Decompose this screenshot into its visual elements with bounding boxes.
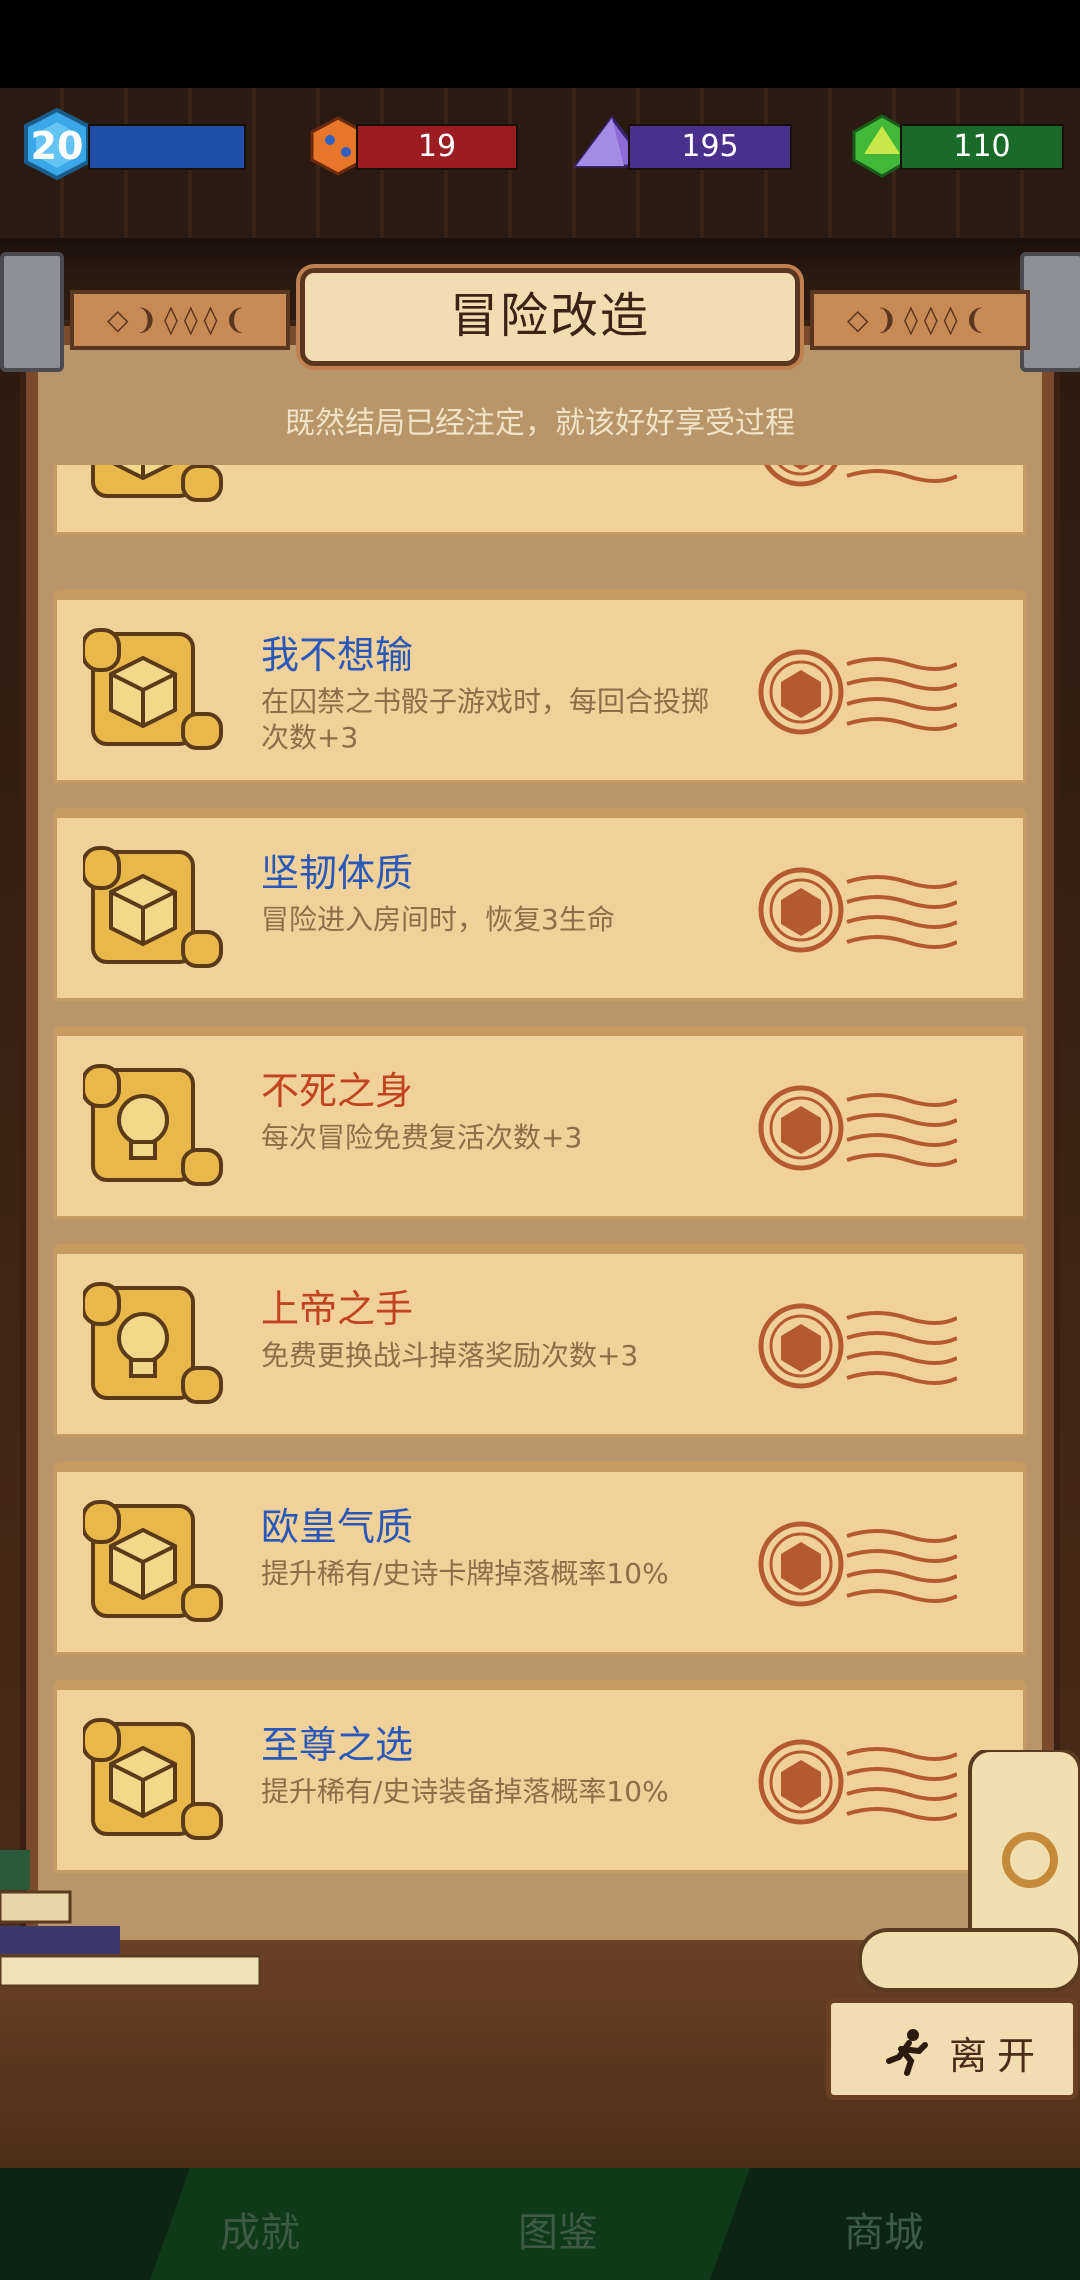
card-title: 欧皇气质 [261,1505,414,1549]
card-description: 免费更换战斗掉落奖励次数+3 [261,1339,639,1372]
upgrade-card[interactable]: 欧皇气质提升稀有/史诗卡牌掉落概率10% [54,1462,1026,1655]
pyramid-resource-bar: 195 [628,124,792,170]
page-title: 冒险改造 [449,288,650,344]
running-man-icon [886,2029,928,2076]
card-description: 提升稀有/史诗装备掉落概率10% [261,1775,669,1808]
upgrade-card[interactable]: 坚韧体质冒险进入房间时，恢复3生命 [54,808,1026,1001]
upgrade-card[interactable]: 不死之身每次冒险免费复活次数+3 [54,1026,1026,1219]
card-title: 坚韧体质 [261,851,414,895]
card-title: 不死之身 [261,1069,414,1113]
status-bar [0,0,1080,88]
card-description: 提升稀有/史诗卡牌掉落概率10% [261,1557,669,1590]
upgrade-card[interactable]: 上帝之手免费更换战斗掉落奖励次数+3 [54,1244,1026,1437]
card-title: 上帝之手 [261,1287,414,1331]
books-decoration-icon [0,1850,260,1988]
card-edge [57,590,1023,600]
level-value: 20 [30,124,84,168]
level-bar [88,124,246,170]
upgrade-card[interactable]: 在酒馆房间，技能能量槽上限提升至40 [54,465,1026,535]
banner-right-decoration: ◇❩◊◊◊❨ [810,290,1030,350]
gem-resource-bar: 110 [900,124,1064,170]
card-edge [57,1244,1023,1254]
leave-button-label: 离开 [949,2034,1046,2078]
card-description: 在囚禁之书骰子游戏时，每回合投掷次数+3 [261,685,710,754]
card-edge [57,1680,1023,1690]
nav-achievements[interactable]: 成就 [220,2200,300,2258]
page-subtitle: 既然结局已经注定，就该好好享受过程 [285,406,795,441]
card-edge [57,1462,1023,1472]
upgrade-list[interactable]: 在酒馆房间，技能能量槽上限提升至40 我不想输在囚禁之书骰子游戏时，每回合投掷次数… [54,465,1026,1885]
leave-button[interactable]: 离开 [826,1998,1078,2100]
card-edge [57,1026,1023,1036]
nav-shop[interactable]: 商城 [844,2200,924,2258]
card-title: 至尊之选 [261,1723,414,1767]
card-title: 我不想输 [261,633,414,677]
upgrade-card[interactable]: 我不想输在囚禁之书骰子游戏时，每回合投掷次数+3 [54,590,1026,783]
scrolls-decoration-icon [858,1750,1080,1992]
resource-hud: 20 19 195 110 [0,88,1080,238]
card-description: 冒险进入房间时，恢复3生命 [261,903,615,936]
nav-collection[interactable]: 图鉴 [518,2200,598,2258]
left-stone-ornament [0,252,64,372]
card-edge [57,808,1023,818]
page-title-banner: 冒险改造 [300,268,800,366]
banner-left-decoration: ◇❩◊◊◊❨ [70,290,290,350]
card-description: 每次冒险免费复活次数+3 [261,1121,583,1154]
dice-resource-bar: 19 [356,124,518,170]
